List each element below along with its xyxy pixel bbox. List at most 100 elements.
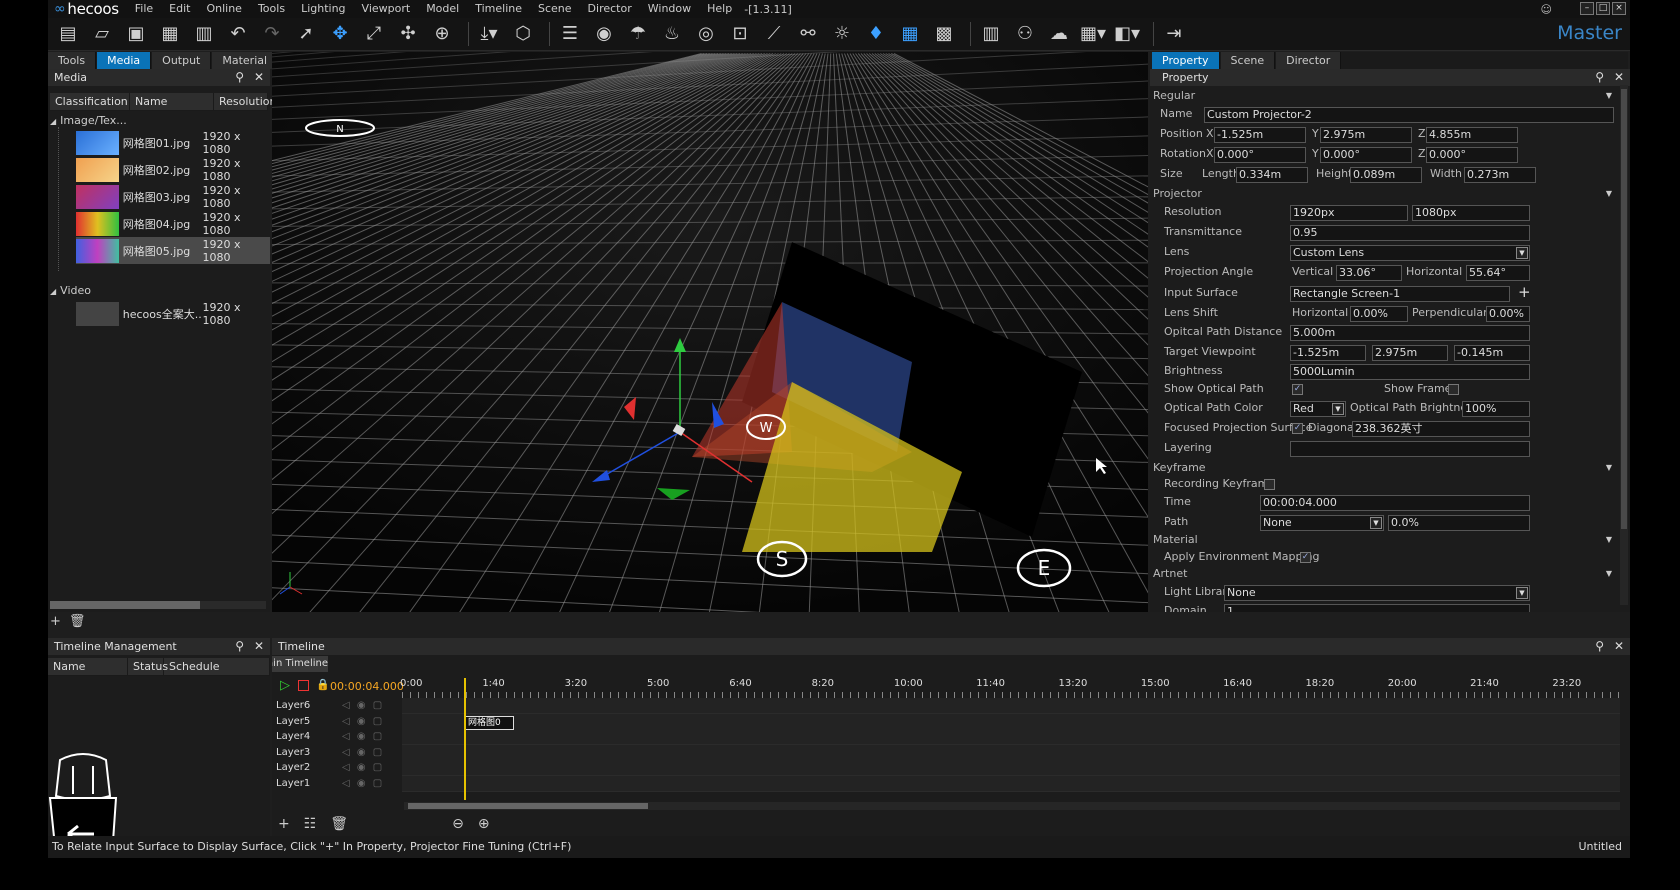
scale-icon[interactable]: ⤢: [360, 21, 388, 47]
layer-track[interactable]: [402, 698, 1620, 714]
save-as-icon[interactable]: ▦: [156, 21, 184, 47]
move-icon[interactable]: ✥: [326, 21, 354, 47]
optical-distance-field[interactable]: 5.000m: [1290, 325, 1530, 341]
focused-surface-checkbox[interactable]: ✓: [1292, 423, 1303, 434]
eye-icon[interactable]: ◉: [357, 716, 369, 727]
sun-icon[interactable]: ☼: [828, 21, 856, 47]
show-optical-path-checkbox[interactable]: ✓: [1292, 384, 1303, 395]
col-resolution[interactable]: Resolution: [214, 93, 276, 110]
tree-group-video[interactable]: ◢ Video: [50, 283, 91, 299]
domain-field[interactable]: 1: [1224, 604, 1530, 612]
eye-icon[interactable]: ◉: [357, 778, 369, 789]
eye-icon[interactable]: ◉: [357, 731, 369, 742]
tab-main-timeline[interactable]: Main Timeline: [272, 656, 328, 672]
rocket-icon[interactable]: ♦: [862, 21, 890, 47]
section-projector[interactable]: Projector: [1153, 187, 1202, 201]
zoom-in-icon[interactable]: ⊕: [478, 816, 490, 832]
import-icon[interactable]: ⤓▾: [475, 21, 503, 47]
collapse-arrow-icon[interactable]: ▼: [1606, 91, 1612, 100]
menu-tools[interactable]: Tools: [250, 0, 293, 18]
media-row[interactable]: 网格图05.jpg 1920 x 1080: [76, 237, 270, 264]
show-frame-checkbox[interactable]: [1448, 384, 1459, 395]
speaker-icon[interactable]: ◁: [342, 762, 353, 773]
scrollbar-thumb[interactable]: [1621, 89, 1627, 529]
layer-label[interactable]: Layer4: [276, 729, 310, 745]
menu-edit[interactable]: Edit: [161, 0, 198, 18]
layer-track[interactable]: [402, 729, 1620, 745]
scrollbar-thumb[interactable]: [50, 601, 200, 609]
layer-label[interactable]: Layer1: [276, 776, 310, 792]
network-icon[interactable]: ⚇: [1011, 21, 1039, 47]
split-view-icon[interactable]: ◧▾: [1113, 21, 1141, 47]
minimize-button[interactable]: –: [1580, 2, 1594, 15]
pos-z-field[interactable]: 4.855m: [1426, 127, 1518, 143]
resolution-width-field[interactable]: 1920px: [1290, 205, 1408, 221]
path-color-select[interactable]: Red ▼: [1290, 401, 1346, 417]
light-library-select[interactable]: None ▼: [1224, 585, 1530, 601]
layer-settings-icon[interactable]: ☷: [304, 816, 317, 832]
delete-layer-icon[interactable]: 🗑: [330, 816, 348, 832]
screens-icon[interactable]: ▥: [977, 21, 1005, 47]
layer-track[interactable]: [402, 713, 1620, 730]
redo-icon[interactable]: ↷: [258, 21, 286, 47]
timeline-clip[interactable]: 网格图0: [464, 716, 514, 730]
save-icon[interactable]: ▣: [122, 21, 150, 47]
camera-icon[interactable]: ◎: [692, 21, 720, 47]
delete-icon[interactable]: 🗑: [69, 614, 86, 629]
select-icon[interactable]: ➚: [292, 21, 320, 47]
rot-z-field[interactable]: 0.000°: [1426, 147, 1518, 163]
section-artnet[interactable]: Artnet: [1153, 567, 1187, 581]
exit-icon[interactable]: ⇥: [1160, 21, 1188, 47]
close-window-button[interactable]: ×: [1612, 2, 1626, 15]
user-icon[interactable]: ☺: [1541, 3, 1552, 16]
col-name[interactable]: Name: [130, 93, 214, 110]
diagonal-field[interactable]: 238.362英寸: [1352, 421, 1530, 437]
height-field[interactable]: 0.089m: [1350, 167, 1422, 183]
col-classification[interactable]: Classification: [50, 93, 130, 110]
package-icon[interactable]: ▥: [190, 21, 218, 47]
lock-icon[interactable]: ▢: [373, 716, 382, 727]
add-icon[interactable]: +: [50, 614, 61, 629]
lens-select[interactable]: Custom Lens ▼: [1290, 245, 1530, 261]
path-select[interactable]: None ▼: [1260, 515, 1384, 531]
transmittance-field[interactable]: 0.95: [1290, 225, 1530, 241]
tab-director[interactable]: Director: [1276, 52, 1342, 69]
menu-lighting[interactable]: Lighting: [293, 0, 353, 18]
media-row[interactable]: 网格图04.jpg 1920 x 1080: [76, 210, 270, 237]
pin-icon[interactable]: ⚲: [235, 69, 244, 86]
section-keyframe[interactable]: Keyframe: [1153, 461, 1206, 475]
speaker-icon[interactable]: ◁: [342, 778, 353, 789]
media-row[interactable]: 网格图03.jpg 1920 x 1080: [76, 183, 270, 210]
section-regular[interactable]: Regular: [1153, 89, 1195, 103]
new-file-icon[interactable]: ▤: [54, 21, 82, 47]
menu-timeline[interactable]: Timeline: [467, 0, 530, 18]
path-percent-field[interactable]: 0.0%: [1388, 515, 1530, 531]
resolution-height-field[interactable]: 1080px: [1412, 205, 1530, 221]
pin-icon[interactable]: ⚲: [1595, 638, 1604, 655]
speaker-icon[interactable]: ◁: [342, 700, 353, 711]
chevron-down-icon[interactable]: ▼: [1332, 403, 1344, 415]
lock-icon[interactable]: ▢: [373, 700, 382, 711]
close-icon[interactable]: ✕: [254, 638, 264, 655]
grid-icon[interactable]: ▦: [896, 21, 924, 47]
recording-keyframe-checkbox[interactable]: [1264, 479, 1275, 490]
lock-icon[interactable]: ▢: [373, 778, 382, 789]
menu-director[interactable]: Director: [580, 0, 640, 18]
chevron-down-icon[interactable]: ▼: [1516, 587, 1528, 599]
capture-icon[interactable]: ⊡: [726, 21, 754, 47]
lens-shift-p-field[interactable]: 0.00%: [1486, 306, 1530, 322]
target-y-field[interactable]: 2.975m: [1372, 345, 1448, 361]
collapse-arrow-icon[interactable]: ▼: [1606, 189, 1612, 198]
ruler-icon[interactable]: ⟋: [760, 21, 788, 47]
layer-track[interactable]: [402, 760, 1620, 776]
fps-icon[interactable]: ▩: [930, 21, 958, 47]
name-field[interactable]: Custom Projector-2: [1204, 107, 1614, 123]
layering-field[interactable]: [1290, 441, 1530, 457]
menu-viewport[interactable]: Viewport: [354, 0, 419, 18]
layer-track[interactable]: [402, 744, 1620, 761]
time-field[interactable]: 00:00:04.000: [1260, 495, 1530, 511]
rot-y-field[interactable]: 0.000°: [1320, 147, 1412, 163]
weather-icon[interactable]: ☁: [1045, 21, 1073, 47]
layer-label[interactable]: Layer6: [276, 698, 310, 714]
vertical-angle-field[interactable]: 33.06°: [1336, 265, 1402, 281]
